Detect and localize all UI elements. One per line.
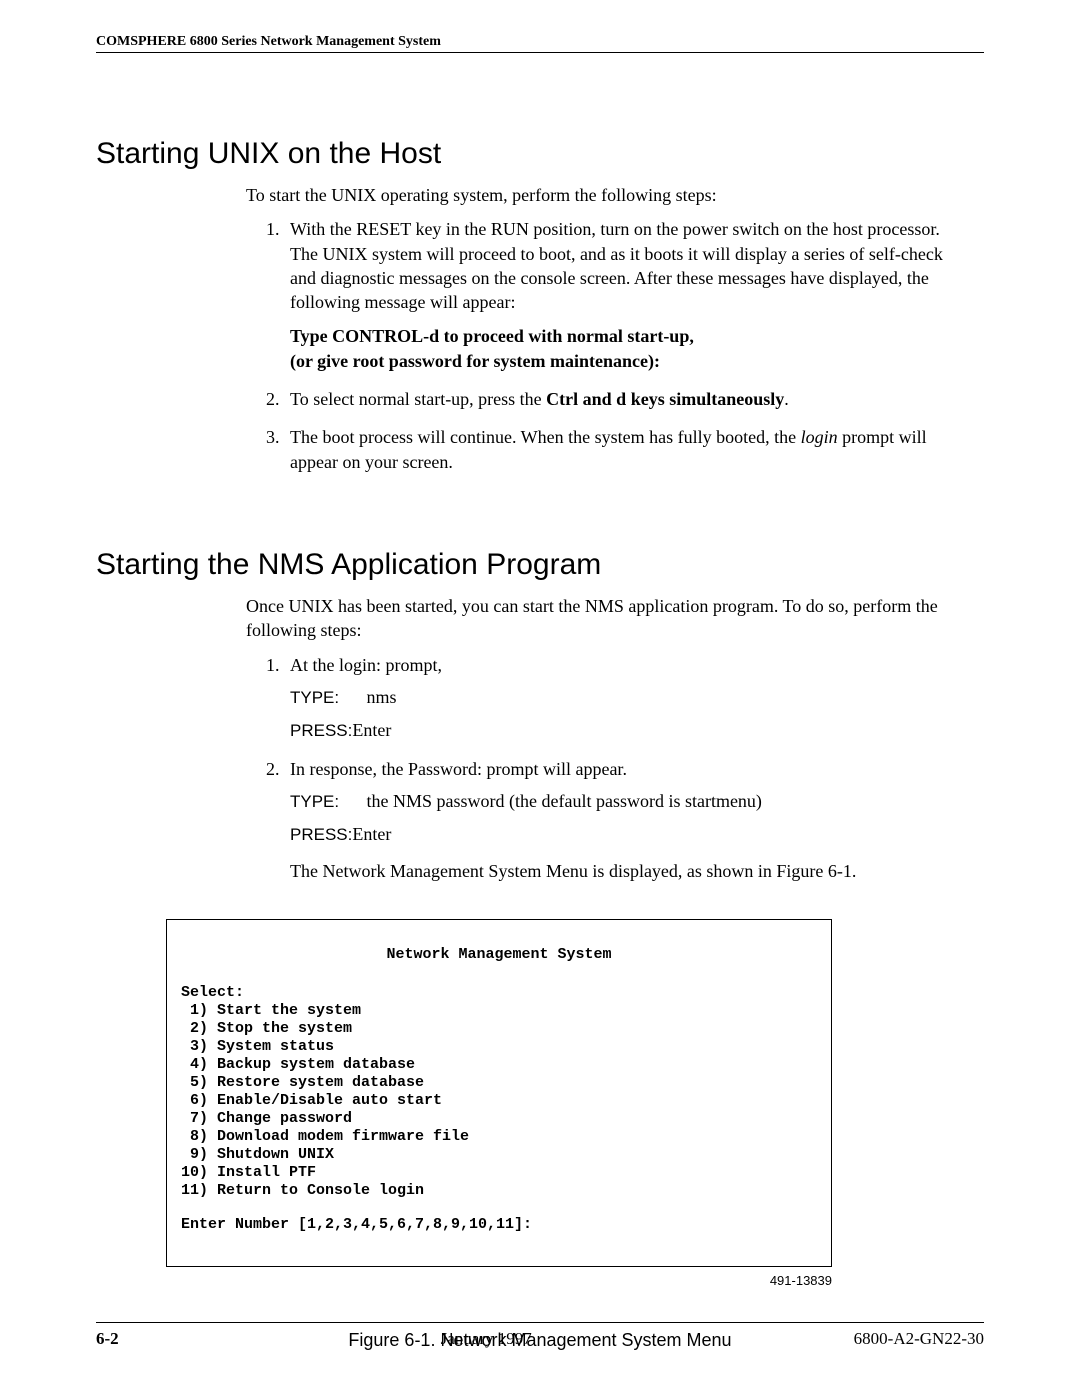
footer-doc: 6800-A2-GN22-30 <box>854 1329 984 1349</box>
step2-bold: Ctrl and d keys simultaneously <box>546 389 784 409</box>
step1-msg-line2: (or give root password for system mainte… <box>290 349 944 373</box>
figure-code: 491-13839 <box>96 1273 832 1288</box>
step2-2-body: In response, the Password: prompt will a… <box>290 759 627 779</box>
section-heading-nms: Starting the NMS Application Program <box>96 548 984 582</box>
running-header: COMSPHERE 6800 Series Network Management… <box>96 34 984 52</box>
step3-ital: login <box>801 427 838 447</box>
type-password: the NMS password (the default password i… <box>367 791 762 811</box>
press-label: PRESS: <box>290 721 352 740</box>
figure-title: Network Management System <box>181 946 817 964</box>
type-line-1: TYPE: nms <box>290 685 944 710</box>
type-line-2: TYPE: the NMS password (the default pass… <box>290 789 944 814</box>
menu-item-3: 3) System status <box>181 1038 817 1056</box>
figure-box: Network Management System Select: 1) Sta… <box>166 919 832 1267</box>
menu-item-2: 2) Stop the system <box>181 1020 817 1038</box>
step2-pre: To select normal start-up, press the <box>290 389 546 409</box>
menu-item-7: 7) Change password <box>181 1110 817 1128</box>
step2-1-body: At the login: prompt, <box>290 655 442 675</box>
step-2: To select normal start-up, press the Ctr… <box>284 387 944 411</box>
footer-date: January 1997 <box>119 1329 854 1349</box>
menu-item-6: 6) Enable/Disable auto start <box>181 1092 817 1110</box>
section-heading-unix: Starting UNIX on the Host <box>96 137 984 171</box>
step2-post: . <box>784 389 789 409</box>
step-2-1: At the login: prompt, TYPE: nms PRESS:En… <box>284 653 944 743</box>
type-label: TYPE: <box>290 687 362 710</box>
page: COMSPHERE 6800 Series Network Management… <box>0 0 1080 1397</box>
section1-steps: With the RESET key in the RUN position, … <box>284 217 944 474</box>
menu-item-10: 10) Install PTF <box>181 1164 817 1182</box>
menu-item-1: 1) Start the system <box>181 1002 817 1020</box>
step-1: With the RESET key in the RUN position, … <box>284 217 944 373</box>
section2-intro: Once UNIX has been started, you can star… <box>246 594 944 643</box>
page-footer: 6-2 January 1997 6800-A2-GN22-30 <box>96 1322 984 1349</box>
menu-item-4: 4) Backup system database <box>181 1056 817 1074</box>
menu-select: Select: <box>181 984 817 1002</box>
header-rule <box>96 52 984 53</box>
section1-intro: To start the UNIX operating system, perf… <box>246 183 944 207</box>
menu-item-11: 11) Return to Console login <box>181 1182 817 1200</box>
step-3: The boot process will continue. When the… <box>284 425 944 474</box>
press-line-2: PRESS:Enter <box>290 822 944 847</box>
press-enter-2: Enter <box>352 824 391 844</box>
press-label-2: PRESS: <box>290 825 352 844</box>
step1-body: With the RESET key in the RUN position, … <box>290 219 943 312</box>
type-nms: nms <box>367 687 397 707</box>
type-label-2: TYPE: <box>290 791 362 814</box>
menu-prompt: Enter Number [1,2,3,4,5,6,7,8,9,10,11]: <box>181 1216 817 1234</box>
step3-pre: The boot process will continue. When the… <box>290 427 801 447</box>
menu-item-8: 8) Download modem firmware file <box>181 1128 817 1146</box>
menu-item-5: 5) Restore system database <box>181 1074 817 1092</box>
press-line-1: PRESS:Enter <box>290 718 944 743</box>
press-enter: Enter <box>352 720 391 740</box>
menu-item-9: 9) Shutdown UNIX <box>181 1146 817 1164</box>
footer-page: 6-2 <box>96 1329 119 1349</box>
section2-steps: At the login: prompt, TYPE: nms PRESS:En… <box>284 653 944 884</box>
step1-msg-line1: Type CONTROL-d to proceed with normal st… <box>290 324 944 348</box>
step-2-2: In response, the Password: prompt will a… <box>284 757 944 883</box>
step2-2-result: The Network Management System Menu is di… <box>290 859 944 883</box>
